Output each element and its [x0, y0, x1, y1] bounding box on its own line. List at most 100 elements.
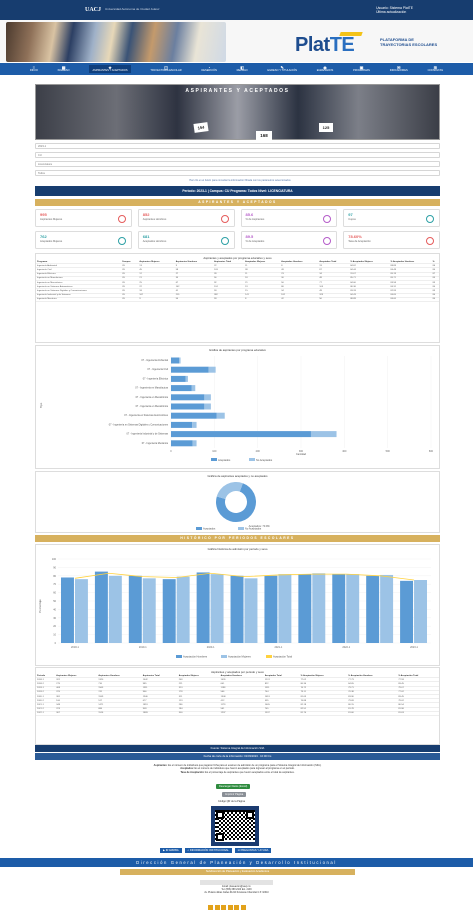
bar-no-aceptados: [310, 431, 337, 438]
grad-cap-icon: [339, 32, 363, 36]
x-tick-label: 200: [256, 450, 261, 453]
header-photos: [6, 22, 226, 62]
definition-term: Tasa de Aceptación:: [180, 770, 206, 774]
history-bar: [332, 574, 346, 643]
uacj-logo[interactable]: UACJ: [85, 7, 101, 13]
history-bar: [264, 575, 278, 643]
social-icon[interactable]: [214, 905, 220, 910]
nav-item[interactable]: ▦ INGRESO: [58, 66, 70, 73]
nav-item[interactable]: ✎ EGRESO Y TITULACIÓN: [267, 66, 297, 73]
table-cell: 300: [177, 711, 220, 716]
footer-link[interactable]: ⌂ INFORMACIÓN INSTITUCIONAL: [184, 848, 232, 853]
social-icon[interactable]: [227, 905, 233, 910]
definition-item: Tasa de Aceptación: Es el porcentaje de …: [60, 771, 415, 774]
definition-text: Es el porcentaje de aspirantes que fuero…: [205, 770, 295, 774]
nav-item[interactable]: ★ ASPIRANTES Y ACEPTADOS: [89, 65, 131, 73]
kpi-card: 97 Cupos: [343, 209, 440, 227]
print-label: Imprimir Página: [222, 792, 247, 797]
category-label: 07 - Ingeniería Mecánica: [142, 442, 169, 445]
social-icon[interactable]: [221, 905, 226, 910]
contact-info: Email: planeacion@uacj.mx Tel. (656) 688…: [170, 886, 303, 895]
table-row: Ingeniería Mecánica CU 9 50 59 8 42 50 88.89 84.0…: [36, 297, 439, 302]
top-bar: UACJ Universidad Autónoma de Ciudad Juár…: [0, 0, 473, 20]
print-button[interactable]: Imprimir Página: [222, 792, 247, 797]
x-tick-label: 2022-1: [342, 646, 350, 649]
nav-item[interactable]: ◉ EGRESADOS: [316, 66, 334, 73]
download-label: Descargar Datos (Excel): [216, 784, 251, 789]
nav-item[interactable]: ◫ TRAYECTORIA ESCOLAR: [150, 66, 181, 73]
bar-no-aceptados: [204, 403, 211, 410]
table-cell: 2022-1: [36, 711, 56, 716]
nav-label: CONSULTAS: [427, 69, 444, 72]
social-icon[interactable]: [240, 905, 246, 910]
kpi-icon: [323, 215, 332, 223]
legend-swatch: [211, 458, 217, 461]
nav-item[interactable]: ◧ REZAGO: [237, 66, 248, 73]
nav-label: INICIO: [29, 69, 38, 72]
section-banner: ASPIRANTES Y ACEPTADOS 154 168 125: [35, 84, 440, 141]
table-cell: 9: [138, 297, 175, 302]
history-bar: [366, 575, 380, 643]
x-tick-label: 0: [170, 450, 172, 453]
history-bar: [94, 571, 108, 643]
dgp-sub-bar: Subdirección de Planeación y Evaluación …: [120, 869, 355, 875]
bar-aceptados: [171, 412, 217, 419]
qr-corner: [216, 833, 224, 841]
period-bar: Periodo: 2023-1 | Campus: CU Programa: T…: [35, 186, 440, 196]
program-select[interactable]: Todos: [35, 170, 440, 176]
platte-logo[interactable]: PlatTE: [295, 32, 363, 57]
history-bar: [230, 575, 244, 643]
footer-link-label: IR ARRIBA: [165, 849, 179, 852]
nav-label: EGRESADOS: [316, 69, 334, 72]
source-bar: Fuente: Sistema Integral de Información …: [35, 745, 440, 752]
kpi-card: 762 Aceptados Mujeres: [35, 231, 132, 249]
x-tick-label: 2019-1: [139, 646, 147, 649]
legend-label: Aceptación Total: [273, 655, 292, 659]
category-label: 07 - Ingeniería en Mecatrónica: [136, 405, 169, 408]
nav-item[interactable]: ⊞ CONSULTAS: [427, 66, 444, 73]
legend-label: No Aceptados: [256, 458, 273, 462]
bar-no-aceptados: [191, 385, 196, 392]
history-bar: [61, 577, 74, 643]
footer-link[interactable]: ▶ IR ARRIBA: [160, 848, 182, 853]
history-bar: [298, 574, 312, 643]
social-icon[interactable]: [234, 905, 239, 910]
qr-label: Código QR de la Página: [218, 800, 245, 803]
qr-code[interactable]: [211, 806, 259, 846]
period-select[interactable]: 2023-1: [35, 143, 440, 149]
kpi-label: Aceptados Mujeres: [40, 240, 63, 243]
kpi-label: Cupos: [348, 218, 356, 221]
download-button[interactable]: Descargar Datos (Excel): [216, 784, 251, 789]
x-tick-label: 2020-1: [207, 646, 215, 649]
table-cell: 50: [318, 297, 350, 302]
legend-swatch: [176, 655, 182, 658]
nav-item[interactable]: ✉ INDICADORES: [390, 66, 408, 73]
nav-item[interactable]: ≡ INICIO: [29, 66, 38, 73]
nav-item[interactable]: ▣ PROGRAMAS: [353, 66, 370, 73]
kpi-icon: [117, 237, 126, 245]
filter-note: Haz clic en el botón para consultar la i…: [189, 179, 291, 182]
bar-aceptados: [171, 366, 209, 373]
nav-item[interactable]: ◔ DESERCIÓN: [201, 66, 216, 73]
table-cell: Ingeniería Mecánica: [36, 297, 121, 302]
logos: [200, 880, 273, 885]
table-cell: 50: [174, 297, 214, 302]
level-select[interactable]: Licenciatura: [35, 161, 440, 167]
bar-no-aceptados: [192, 440, 197, 447]
nav-label: PROGRAMAS: [353, 69, 370, 72]
campus-select[interactable]: CU: [35, 152, 440, 158]
x-tick-label: 600: [429, 450, 434, 453]
legend-swatch: [238, 527, 244, 530]
table-cell: 84: [431, 297, 439, 302]
legend-swatch: [266, 655, 272, 658]
table-cell: 1883: [141, 711, 178, 716]
footer-link[interactable]: ✉ PREGUNTAS Y AYUDA: [234, 848, 272, 853]
category-label: 07 - Ingeniería en Sistemas Automotrices: [124, 414, 169, 417]
table-cell: 1237: [219, 711, 264, 716]
kpi-value: 681: [142, 234, 150, 239]
table-cell: 81.60: [347, 711, 398, 716]
legend-label: Aceptados: [203, 527, 216, 531]
university-name: Universidad Autónoma de Ciudad Juárez: [105, 7, 160, 12]
kpi-cards: 995 Aspirantes Mujeres 852 Aspirantes Hombr…: [35, 209, 440, 249]
social-icon[interactable]: [208, 905, 213, 910]
